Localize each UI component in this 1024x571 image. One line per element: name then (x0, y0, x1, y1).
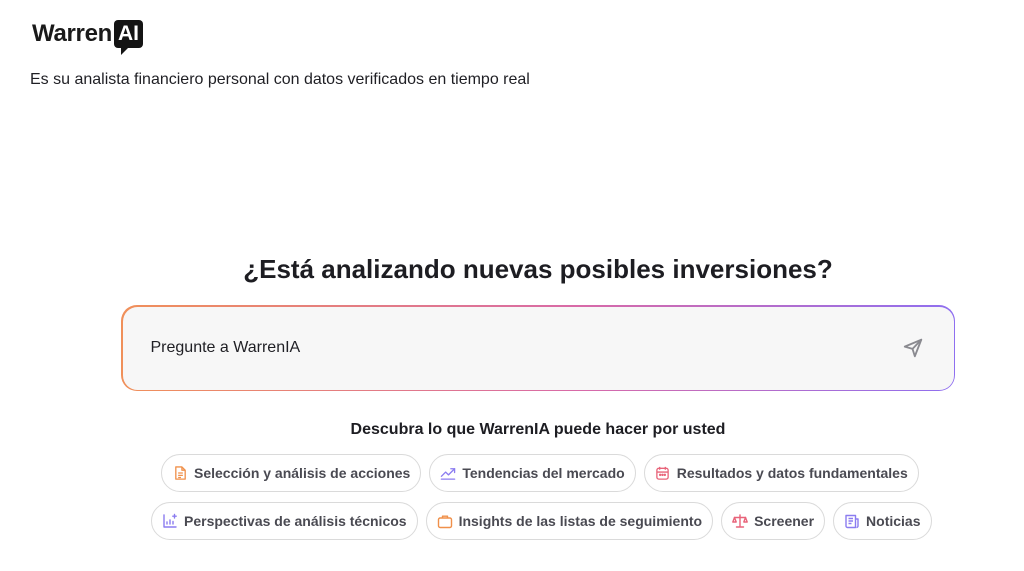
calendar-icon (655, 465, 671, 481)
chip-technical-analysis[interactable]: Perspectivas de análisis técnicos (151, 502, 418, 540)
chip-stock-selection[interactable]: Selección y análisis de acciones (161, 454, 422, 492)
discover-title: Descubra lo que WarrenIA puede hacer por… (350, 421, 726, 438)
chip-watchlist-insights[interactable]: Insights de las listas de seguimiento (425, 502, 714, 540)
chip-label: Noticias (866, 513, 921, 529)
chip-label: Tendencias del mercado (462, 465, 625, 481)
briefcase-icon (437, 513, 453, 529)
prompt-input[interactable] (150, 339, 900, 357)
chip-label: Insights de las listas de seguimiento (458, 513, 703, 529)
chip-news[interactable]: Noticias (833, 502, 932, 540)
prompt-box (121, 305, 955, 391)
chip-label: Selección y análisis de acciones (194, 465, 411, 481)
page-headline: ¿Está analizando nuevas posibles inversi… (243, 254, 833, 284)
tagline: Es su analista financiero personal con d… (30, 71, 530, 88)
chip-market-trends[interactable]: Tendencias del mercado (429, 454, 636, 492)
send-button[interactable] (900, 335, 926, 361)
chip-label: Resultados y datos fundamentales (676, 465, 908, 481)
warrenai-logo[interactable]: Warren AI (32, 20, 143, 55)
send-icon (903, 338, 922, 358)
scale-icon (732, 513, 748, 529)
chip-earnings-fundamentals[interactable]: Resultados y datos fundamentales (643, 454, 919, 492)
logo-word: Warren (32, 20, 112, 47)
chip-label: Screener (754, 513, 815, 529)
chip-label: Perspectivas de análisis técnicos (184, 513, 407, 529)
logo-badge: AI (114, 20, 143, 55)
trend-line-icon (440, 465, 456, 481)
suggestion-chips-row-1: Selección y análisis de acciones Tendenc… (161, 454, 919, 492)
page: Warren AI Es su analista financiero pers… (0, 0, 1024, 571)
prompt-box-inner (122, 306, 954, 390)
chip-screener[interactable]: Screener (721, 502, 826, 540)
document-icon (172, 465, 188, 481)
chart-sparkle-icon (162, 513, 178, 529)
suggestion-chips-row-2: Perspectivas de análisis técnicos Insigh… (151, 502, 932, 540)
newspaper-icon (844, 513, 860, 529)
